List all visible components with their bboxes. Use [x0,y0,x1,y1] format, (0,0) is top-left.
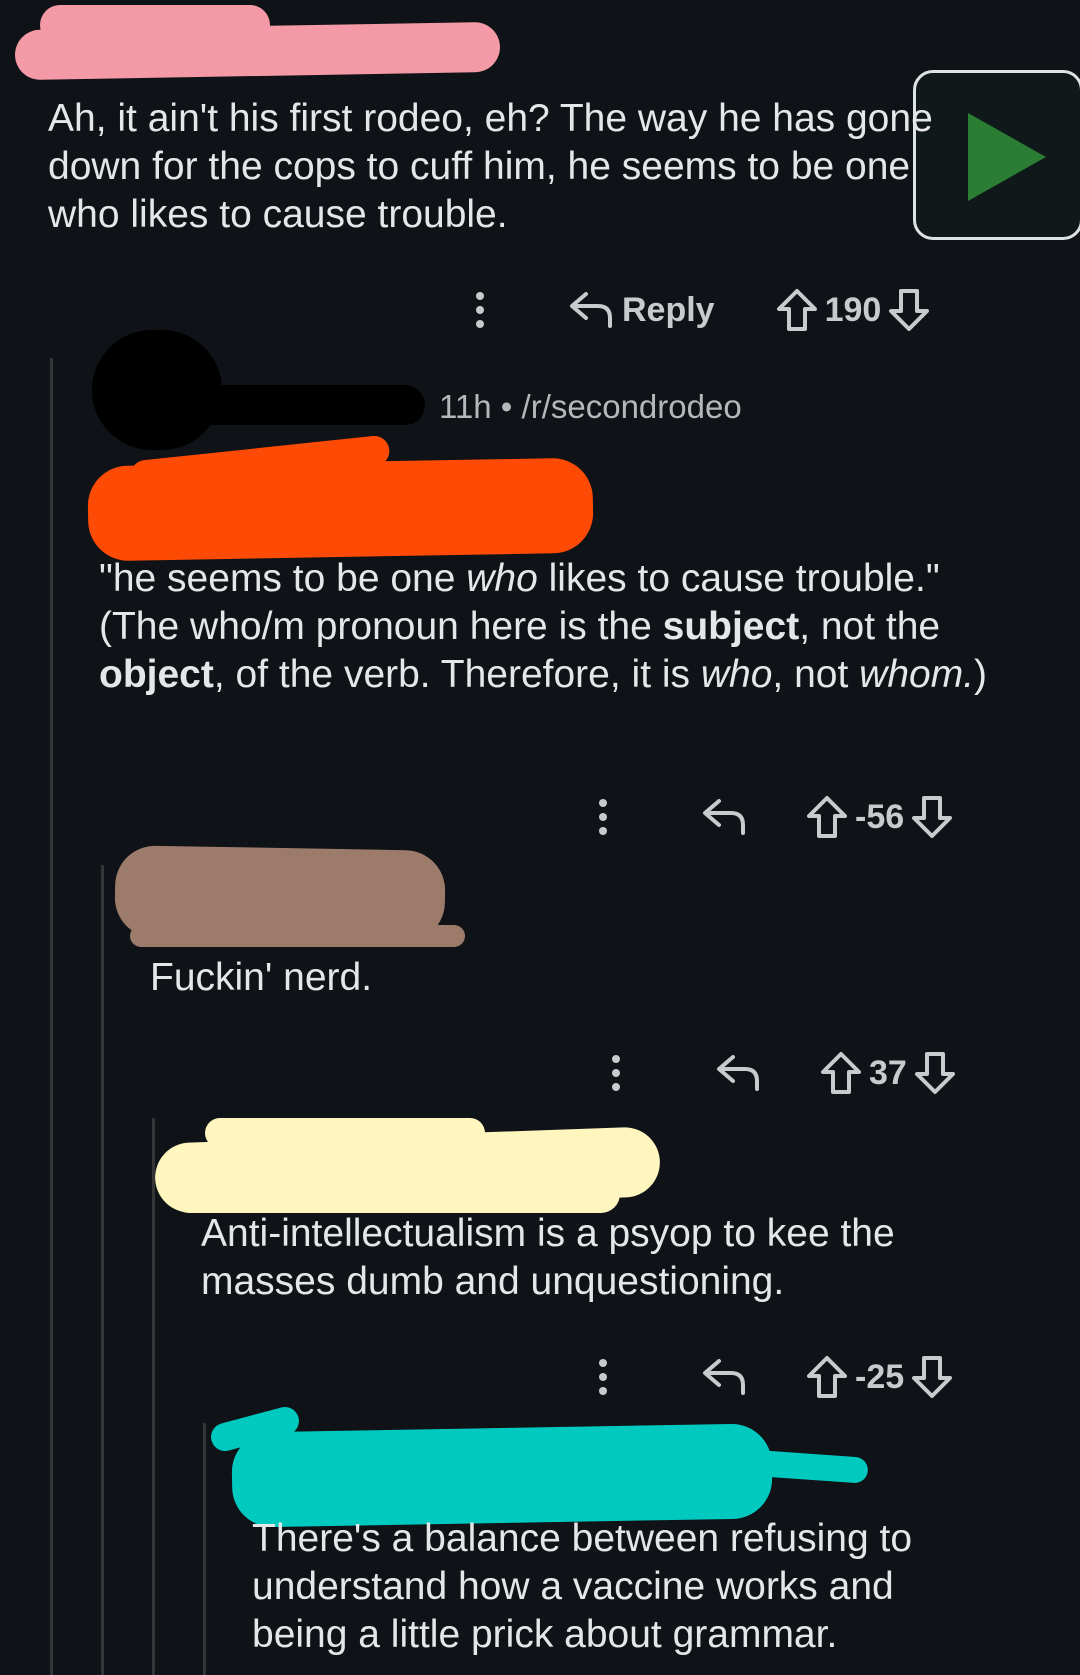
comment-1-body: Ah, it ain't his first rodeo, eh? The wa… [48,97,933,236]
upvote-arrow-icon[interactable] [805,794,849,840]
thread-line-level-4[interactable] [203,1423,206,1675]
comment-5-body: There's a balance between refusing to un… [252,1517,913,1656]
comment-4-actions: -25 [597,1352,954,1402]
explanation-part-2: , not the [799,605,941,648]
explanation-bold-subject: subject [662,605,800,648]
downvote-arrow-icon[interactable] [910,794,954,840]
comment-2-body: "he seems to be one who likes to cause t… [99,555,1019,699]
more-options-icon[interactable] [597,799,609,835]
explanation-part-1: (The who/m pronoun here is the [99,605,663,648]
vote-score: -25 [855,1357,905,1396]
comment-2-meta: 11h • /r/secondrodeo [439,388,742,426]
downvote-arrow-icon[interactable] [913,1050,957,1096]
meta-separator: • [500,388,513,425]
vote-score: -56 [855,797,905,836]
subreddit-link[interactable]: /r/secondrodeo [522,388,742,425]
reply-arrow-icon[interactable] [715,1053,761,1093]
reply-button[interactable]: Reply [568,290,715,330]
upvote-arrow-icon[interactable] [775,287,819,333]
downvote-arrow-icon[interactable] [887,287,931,333]
explanation-part-3: , of the verb. Therefore, it is [213,653,701,696]
reply-arrow-icon [568,290,614,330]
quote-open: "he seems to be one [99,557,467,600]
upvote-arrow-icon[interactable] [819,1050,863,1096]
comment-3-actions: 37 [610,1048,957,1098]
explanation-part-4: , not [772,653,860,696]
vote-score: 37 [869,1053,907,1092]
thread-line-level-2[interactable] [101,865,104,1675]
reply-label: Reply [622,290,715,329]
quote-italic: who [466,557,538,600]
comment-2-actions: -56 [597,792,954,842]
downvote-arrow-icon[interactable] [910,1354,954,1400]
more-options-icon[interactable] [610,1055,622,1091]
comment-time: 11h [439,388,492,425]
comment-1-actions: Reply 190 [474,285,931,335]
vote-score: 190 [824,290,882,329]
explanation-italic-whom: whom. [859,653,975,696]
explanation-part-5: ) [974,653,988,696]
explanation-italic-who: who [700,653,773,696]
comment-4-body: Anti-intellectualism is a psyop to kee t… [201,1212,895,1303]
thread-line-level-1[interactable] [50,358,53,1675]
thread-line-level-3[interactable] [152,1118,155,1675]
comment-3-body: Fuckin' nerd. [150,956,373,999]
quote-close: likes to cause trouble." [537,557,940,600]
reply-arrow-icon[interactable] [701,1357,747,1397]
upvote-arrow-icon[interactable] [805,1354,849,1400]
more-options-icon[interactable] [474,292,486,328]
explanation-bold-object: object [99,653,214,696]
reply-arrow-icon[interactable] [701,797,747,837]
more-options-icon[interactable] [597,1359,609,1395]
